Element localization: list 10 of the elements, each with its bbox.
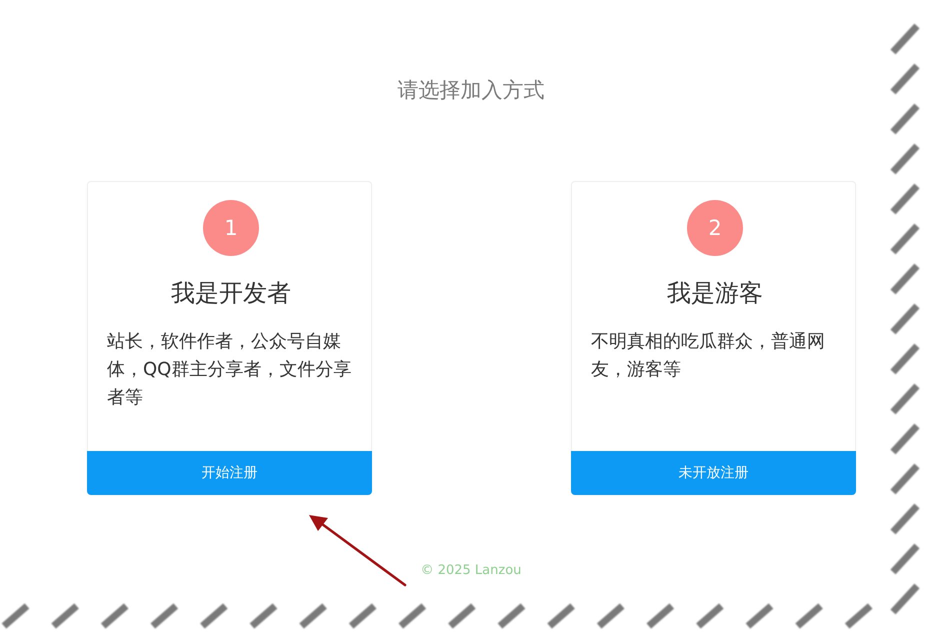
page-heading: 请选择加入方式 xyxy=(398,77,544,104)
register-button[interactable]: 开始注册 xyxy=(87,451,372,495)
copyright-text: © 2025 Lanzou xyxy=(420,562,522,580)
option-title: 我是开发者 xyxy=(171,278,291,309)
option-title: 我是游客 xyxy=(667,278,763,309)
option-description: 站长，软件作者，公众号自媒体，QQ群主分享者，文件分享者等 xyxy=(107,330,352,410)
step-number-badge: 2 xyxy=(687,200,743,256)
option-description: 不明真相的吃瓜群众，普通网友，游客等 xyxy=(591,330,826,382)
register-button[interactable]: 未开放注册 xyxy=(571,451,856,495)
step-number-badge: 1 xyxy=(203,200,259,256)
